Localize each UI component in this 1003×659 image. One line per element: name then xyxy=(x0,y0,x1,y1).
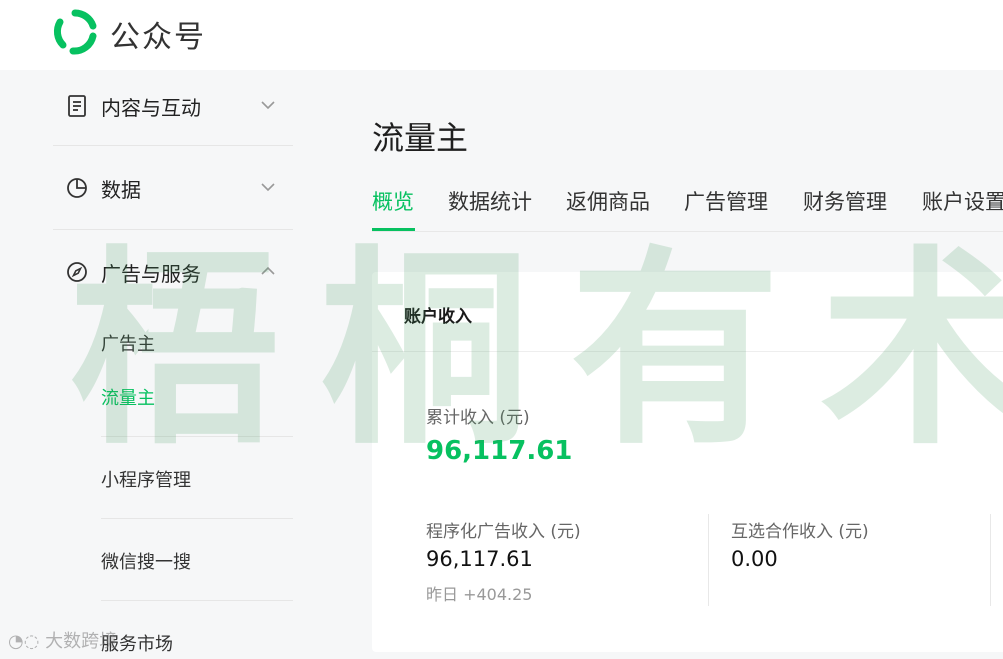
sidebar-group-label: 广告与服务 xyxy=(101,262,201,286)
chevron-up-icon xyxy=(261,266,275,275)
tab-bar: 概览 数据统计 返佣商品 广告管理 财务管理 账户设置 xyxy=(372,186,1003,232)
corner-watermark: ◔◌ 大数跨境 xyxy=(8,627,117,653)
yesterday-change: 昨日 +404.25 xyxy=(426,585,533,604)
programmatic-ad-income-label: 程序化广告收入 (元) xyxy=(426,522,581,542)
chevron-down-icon xyxy=(261,183,275,192)
chevron-down-icon xyxy=(261,101,275,110)
pie-chart-icon xyxy=(67,178,87,198)
tab-finance-management[interactable]: 财务管理 xyxy=(803,186,887,216)
divider xyxy=(101,436,293,437)
divider xyxy=(708,514,709,606)
tab-data-statistics[interactable]: 数据统计 xyxy=(448,186,532,216)
weibo-icon: ◔◌ xyxy=(8,631,46,652)
corner-watermark-text: 大数跨境 xyxy=(45,631,118,652)
divider xyxy=(990,514,991,606)
total-income-value: 96,117.61 xyxy=(426,436,573,466)
wechat-official-account-logo-icon[interactable] xyxy=(52,9,98,55)
top-bar: 公众号 xyxy=(0,0,1003,70)
tab-ad-management[interactable]: 广告管理 xyxy=(684,186,768,216)
sidebar-group-label: 数据 xyxy=(101,178,141,202)
divider xyxy=(101,600,293,601)
account-income-card: 账户收入 累计收入 (元) 96,117.61 程序化广告收入 (元) 96,1… xyxy=(372,272,1003,652)
tab-overview[interactable]: 概览 xyxy=(372,186,414,216)
sidebar-item-advertiser[interactable]: 广告主 xyxy=(101,330,155,356)
sidebar-item-mini-program[interactable]: 小程序管理 xyxy=(101,466,191,492)
document-icon xyxy=(68,95,86,117)
compass-icon xyxy=(67,262,87,282)
sidebar-item-publisher[interactable]: 流量主 xyxy=(101,384,155,410)
divider xyxy=(101,518,293,519)
divider xyxy=(372,351,1003,352)
sidebar-group-label: 内容与互动 xyxy=(101,96,201,120)
total-income-label: 累计收入 (元) xyxy=(426,408,530,428)
page-title: 流量主 xyxy=(372,119,469,157)
tab-commission-products[interactable]: 返佣商品 xyxy=(566,186,650,216)
sidebar-group-content-interaction[interactable]: 内容与互动 xyxy=(53,62,293,146)
programmatic-ad-income-value: 96,117.61 xyxy=(426,547,533,571)
mutual-selection-income-label: 互选合作收入 (元) xyxy=(731,522,869,542)
tab-account-settings[interactable]: 账户设置 xyxy=(922,186,1003,216)
mutual-selection-income-value: 0.00 xyxy=(731,547,778,571)
card-title: 账户收入 xyxy=(404,307,472,327)
app-title: 公众号 xyxy=(110,20,206,55)
sidebar-item-wechat-search[interactable]: 微信搜一搜 xyxy=(101,548,191,574)
sidebar-group-ads-services[interactable]: 广告与服务 xyxy=(53,230,293,314)
divider xyxy=(372,231,1003,232)
sidebar-group-data[interactable]: 数据 xyxy=(53,146,293,230)
